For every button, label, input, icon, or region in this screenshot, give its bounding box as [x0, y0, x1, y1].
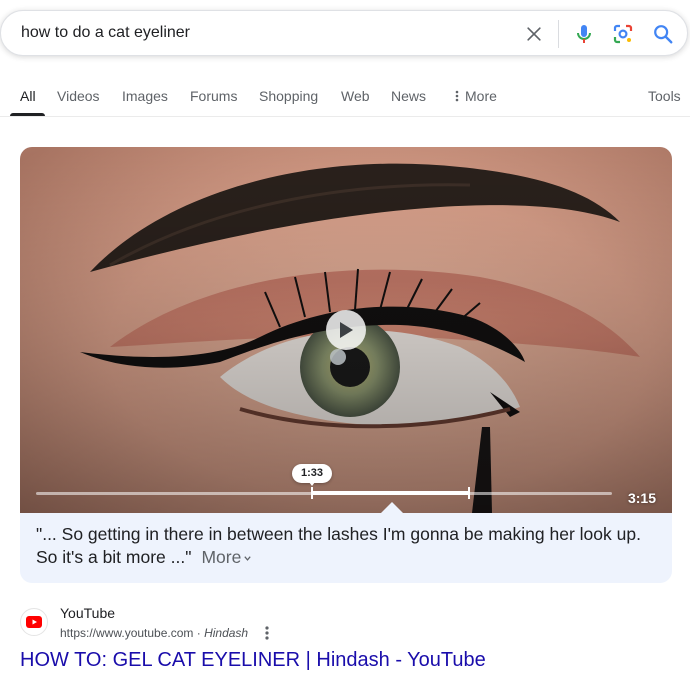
url-text: https://www.youtube.com — [60, 626, 194, 640]
author-name: Hindash — [204, 626, 249, 640]
segment-start-tick — [311, 487, 313, 499]
tab-images[interactable]: Images — [122, 86, 168, 117]
key-moment-segment — [312, 491, 470, 495]
play-button[interactable] — [326, 310, 366, 350]
close-icon[interactable] — [522, 22, 546, 46]
divider — [558, 20, 559, 48]
tab-web[interactable]: Web — [341, 86, 370, 117]
source-name[interactable]: YouTube — [60, 605, 115, 621]
mic-icon[interactable] — [572, 22, 596, 46]
source-url[interactable]: https://www.youtube.com · Hindash — [60, 626, 248, 640]
timestamp-badge: 1:33 — [292, 464, 332, 486]
caption-pointer — [381, 502, 403, 513]
tab-more-label: More — [465, 88, 497, 104]
video-duration: 3:15 — [627, 490, 656, 506]
url-separator: · — [193, 626, 205, 640]
tab-videos[interactable]: Videos — [57, 86, 100, 117]
snippet-more-button[interactable]: More — [201, 547, 252, 567]
play-icon — [340, 322, 353, 338]
youtube-icon — [26, 616, 42, 628]
more-vert-icon — [455, 90, 459, 102]
tools-button[interactable]: Tools — [648, 86, 681, 117]
segment-end-tick — [468, 487, 470, 499]
transcript-snippet: "... So getting in there in between the … — [36, 523, 656, 569]
tab-news[interactable]: News — [391, 86, 426, 117]
tabs-divider — [0, 116, 690, 117]
tab-shopping[interactable]: Shopping — [259, 86, 318, 117]
search-tabs: All Videos Images Forums Shopping Web Ne… — [0, 86, 690, 118]
chevron-down-icon — [244, 556, 252, 561]
video-progress-bar[interactable] — [36, 487, 612, 499]
search-icon[interactable] — [651, 22, 675, 46]
youtube-favicon[interactable] — [20, 608, 48, 636]
video-card[interactable]: 1:33 3:15 "... So getting in there in be… — [20, 147, 672, 583]
snippet-text: "... So getting in there in between the … — [36, 524, 641, 567]
result-title-link[interactable]: HOW TO: GEL CAT EYELINER | Hindash - You… — [20, 649, 486, 672]
tab-forums[interactable]: Forums — [190, 86, 237, 117]
more-options-icon[interactable] — [262, 625, 272, 641]
search-input[interactable]: how to do a cat eyeliner — [21, 24, 190, 42]
search-bar[interactable]: how to do a cat eyeliner — [0, 10, 688, 56]
lens-icon[interactable] — [611, 22, 635, 46]
tab-more[interactable]: More — [455, 86, 497, 117]
snippet-more-label: More — [201, 547, 242, 567]
